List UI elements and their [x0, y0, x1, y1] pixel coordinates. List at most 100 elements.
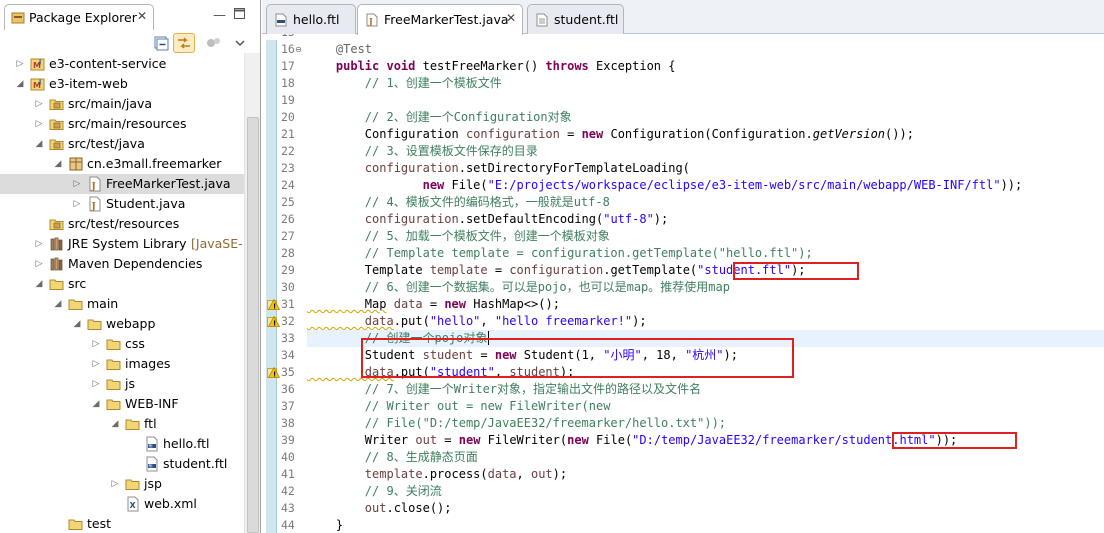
tree-item-src[interactable]: ◢ src	[0, 274, 244, 294]
collapsed-arrow-icon[interactable]: ▷	[72, 178, 82, 190]
expanded-arrow-icon[interactable]: ◢	[34, 278, 44, 290]
code-line[interactable]: // Writer out = new FileWriter(new	[307, 398, 1104, 415]
tree-item-jre-system-library[interactable]: ▷ JRE System Library [JavaSE-1.7]	[0, 234, 260, 254]
tree-item-webapp[interactable]: ◢ webapp	[0, 314, 244, 334]
view-menu-icon[interactable]	[230, 33, 252, 53]
editor-tab-hello-ftl[interactable]: hello.ftl	[266, 4, 356, 34]
code-line[interactable]: // 5、加载一个模板文件，创建一个模板对象	[307, 228, 1104, 245]
expanded-arrow-icon[interactable]: ◢	[53, 158, 63, 170]
code-line[interactable]: // 3、设置模板文件保存的目录	[307, 143, 1104, 160]
tree-item-label: webapp	[106, 316, 156, 331]
code-line[interactable]: // 7、创建一个Writer对象，指定输出文件的路径以及文件名	[307, 381, 1104, 398]
code-line[interactable]: // Template template = configuration.get…	[307, 245, 1104, 262]
code-line[interactable]: Configuration configuration = new Config…	[307, 126, 1104, 143]
collapse-all-icon[interactable]	[150, 33, 172, 53]
tree-item-maven-dependencies[interactable]: ▷ Maven Dependencies	[0, 254, 244, 274]
code-token: .setDirectoryForTemplateLoading(	[458, 161, 690, 175]
collapsed-arrow-icon[interactable]: ▷	[34, 258, 44, 270]
tree-item-js[interactable]: ▷ js	[0, 374, 244, 394]
code-line[interactable]: data.put("hello", "hello freemarker!");	[307, 313, 1104, 330]
package-explorer-tab[interactable]: Package Explorer ✕	[4, 4, 154, 30]
tree-item-images[interactable]: ▷ images	[0, 354, 244, 374]
fold-icon[interactable]: ⊖	[295, 45, 302, 54]
code-token: .setDefaultEncoding(	[458, 212, 604, 226]
code-line[interactable]: public void testFreeMarker() throws Exce…	[307, 58, 1104, 75]
code-line[interactable]: @Test	[307, 41, 1104, 58]
tree-item-main[interactable]: ◢ main	[0, 294, 244, 314]
vertical-scrollbar[interactable]	[244, 53, 260, 533]
tree-item-ftl[interactable]: ◢ ftl	[0, 414, 244, 434]
code-token: );	[552, 467, 568, 481]
expanded-arrow-icon[interactable]: ◢	[53, 298, 63, 310]
tree-item-test[interactable]: test	[0, 514, 244, 533]
expanded-arrow-icon[interactable]: ◢	[91, 398, 101, 410]
code-line[interactable]: template.process(data, out);	[307, 466, 1104, 483]
warning-icon[interactable]: !	[267, 298, 281, 311]
close-icon[interactable]: ✕	[137, 9, 147, 23]
expanded-arrow-icon[interactable]: ◢	[110, 418, 120, 430]
collapsed-arrow-icon[interactable]: ▷	[91, 378, 101, 390]
scrollbar-thumb[interactable]	[247, 117, 259, 533]
code-line[interactable]: Map data = new HashMap<>();	[307, 296, 1104, 313]
collapsed-arrow-icon[interactable]: ▷	[15, 58, 25, 70]
expanded-arrow-icon[interactable]: ◢	[15, 78, 25, 90]
tree-item-label: src	[68, 276, 87, 291]
tree-item-jsp[interactable]: ▷ jsp	[0, 474, 244, 494]
expanded-arrow-icon[interactable]: ◢	[34, 138, 44, 150]
collapsed-arrow-icon[interactable]: ▷	[34, 238, 44, 250]
warning-icon[interactable]: !	[267, 315, 281, 328]
collapsed-arrow-icon[interactable]: ▷	[72, 198, 82, 210]
focus-on-task-icon[interactable]	[203, 33, 225, 53]
code-line[interactable]: }	[307, 517, 1104, 533]
tree-item-hello-ftl[interactable]: ftl hello.ftl	[0, 434, 244, 454]
code-line[interactable]: // File("D:/temp/JavaEE32/freemarker/hel…	[307, 415, 1104, 432]
editor-tab-student-ftl[interactable]: student.ftl	[527, 4, 624, 34]
code-line[interactable]: Template template = configuration.getTem…	[307, 262, 1104, 279]
warning-icon[interactable]: !	[267, 366, 281, 379]
code-line[interactable]: // 6、创建一个数据集。可以是pojo，也可以是map。推荐使用map	[307, 279, 1104, 296]
link-with-editor-icon[interactable]	[173, 33, 195, 53]
tree-item-web-inf[interactable]: ◢ WEB-INF	[0, 394, 244, 414]
code-line[interactable]: // 9、关闭流	[307, 483, 1104, 500]
tree-item-student-ftl[interactable]: ftl student.ftl	[0, 454, 244, 474]
tree-item-web-xml[interactable]: Xweb.xml	[0, 494, 244, 514]
tree-item-cn-e3mall-freemarker[interactable]: ◢ cn.e3mall.freemarker	[0, 154, 244, 174]
code-line[interactable]: new File("E:/projects/workspace/eclipse/…	[307, 177, 1104, 194]
code-line[interactable]: configuration.setDefaultEncoding("utf-8"…	[307, 211, 1104, 228]
tree-item-src-test-java[interactable]: ◢ src/test/java	[0, 134, 244, 154]
tree-item-student-java[interactable]: ▷ J Student.java	[0, 194, 244, 214]
expanded-arrow-icon[interactable]: ◢	[72, 318, 82, 330]
editor-tab-freemarkertest-java[interactable]: J FreeMarkerTest.java ✕	[357, 4, 523, 35]
code-token: .process(	[422, 467, 488, 481]
minimize-icon[interactable]: —	[213, 9, 226, 23]
collapsed-arrow-icon[interactable]: ▷	[110, 478, 120, 490]
code-line[interactable]: configuration.setDirectoryForTemplateLoa…	[307, 160, 1104, 177]
tree-item-e3-item-web[interactable]: ◢ M Je3-item-web	[0, 74, 244, 94]
tree-item-css[interactable]: ▷ css	[0, 334, 244, 354]
code-line[interactable]: // 2、创建一个Configuration对象	[307, 109, 1104, 126]
tree-item-e3-content-service[interactable]: ▷ M Je3-content-service	[0, 54, 244, 74]
maximize-icon[interactable]	[234, 8, 245, 23]
collapsed-arrow-icon[interactable]: ▷	[91, 338, 101, 350]
tree-item-src-test-resources[interactable]: src/test/resources	[0, 214, 244, 234]
collapsed-arrow-icon[interactable]: ▷	[34, 98, 44, 110]
code-token: out	[415, 433, 438, 447]
code-line[interactable]: out.close();	[307, 500, 1104, 517]
code-line[interactable]	[307, 34, 1104, 41]
code-line[interactable]: // 4、模板文件的编码格式，一般就是utf-8	[307, 194, 1104, 211]
tree-item-freemarkertest-java[interactable]: ▷ J FreeMarkerTest.java	[0, 174, 244, 194]
close-icon[interactable]: ✕	[506, 11, 516, 25]
code-line[interactable]: // 8、生成静态页面	[307, 449, 1104, 466]
source-folder-icon	[49, 216, 65, 232]
code-area[interactable]: 1516⊖ @Test17 public void testFreeMarker…	[262, 34, 1104, 533]
collapsed-arrow-icon[interactable]: ▷	[34, 118, 44, 130]
tree-item-src-main-resources[interactable]: ▷ src/main/resources	[0, 114, 244, 134]
collapsed-arrow-icon[interactable]: ▷	[91, 358, 101, 370]
tree-item-label: src/test/java	[68, 136, 145, 151]
package-explorer-icon	[11, 11, 25, 25]
code-line[interactable]: // 1、创建一个模板文件	[307, 75, 1104, 92]
tree-item-src-main-java[interactable]: ▷ src/main/java	[0, 94, 244, 114]
code-token: );	[653, 212, 669, 226]
code-line[interactable]	[307, 92, 1104, 109]
